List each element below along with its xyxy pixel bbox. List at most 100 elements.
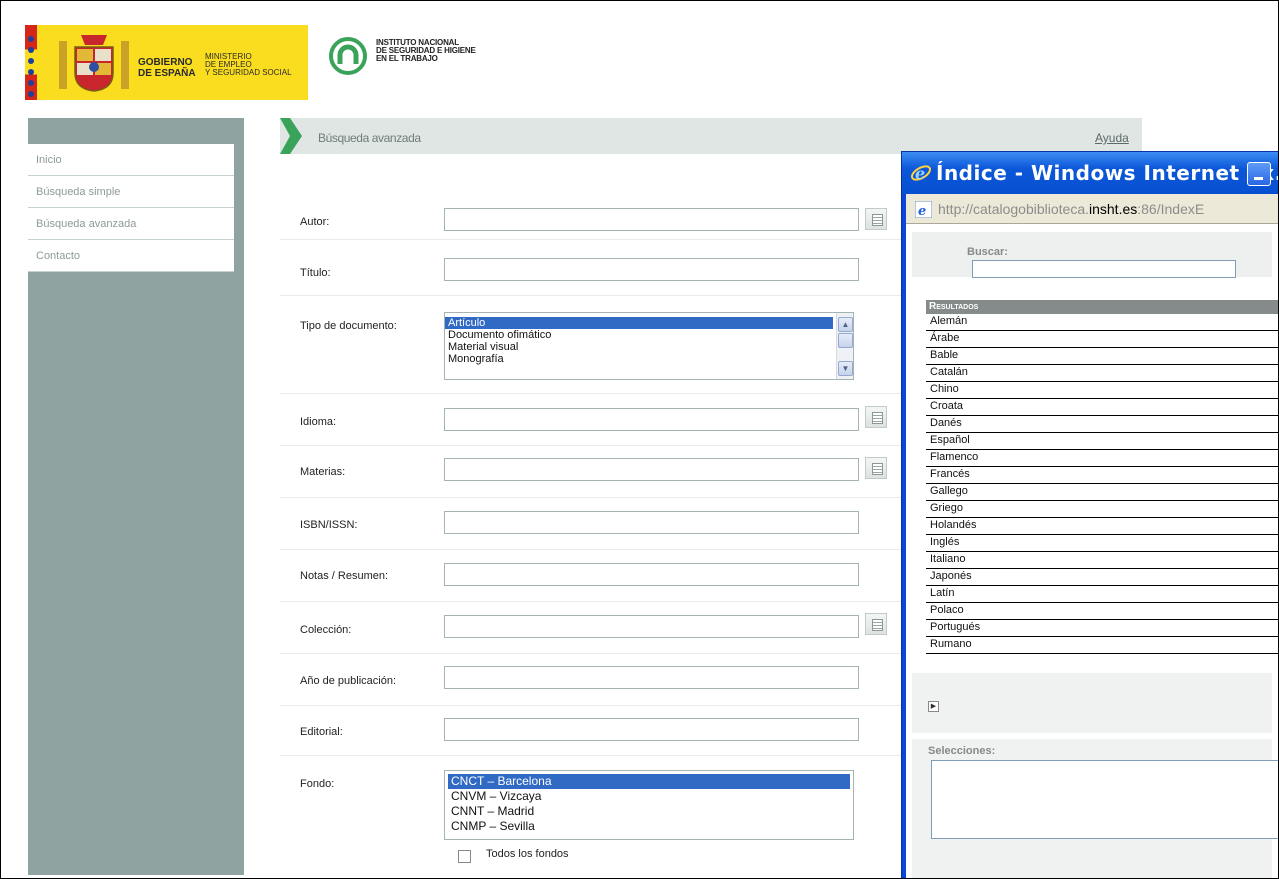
fondo-option-madrid[interactable]: CNNT – Madrid	[448, 804, 850, 819]
eu-stars	[27, 33, 35, 97]
coat-of-arms-icon	[59, 35, 129, 92]
result-item-gallego[interactable]: Gallego	[926, 484, 1278, 501]
label-tipo-documento: Tipo de documento:	[300, 320, 397, 332]
todos-fondos-checkbox[interactable]	[458, 850, 471, 863]
result-item-rumano[interactable]: Rumano	[926, 637, 1278, 654]
label-autor: Autor:	[300, 216, 330, 228]
tipo-scrollbar[interactable]: ▲ ▼	[836, 313, 853, 379]
result-item-arabe[interactable]: Árabe	[926, 331, 1278, 348]
result-item-flamenco[interactable]: Flamenco	[926, 450, 1278, 467]
scroll-thumb[interactable]	[838, 333, 853, 348]
result-item-latin[interactable]: Latín	[926, 586, 1278, 603]
fondo-listbox[interactable]: CNCT – Barcelona CNVM – Vizcaya CNNT – M…	[444, 770, 854, 840]
svg-text:e: e	[918, 204, 926, 218]
row-fondo: Fondo: CNCT – Barcelona CNVM – Vizcaya C…	[280, 756, 910, 876]
anio-input[interactable]	[444, 666, 859, 689]
row-materias: Materias:	[280, 446, 910, 498]
page-title: Búsqueda avanzada	[318, 131, 421, 145]
result-item-espanol[interactable]: Español	[926, 433, 1278, 450]
search-label: Buscar:	[967, 246, 1008, 258]
scroll-down-icon[interactable]: ▼	[838, 361, 853, 376]
tipo-documento-listbox[interactable]: Artículo Documento ofimático Material vi…	[444, 312, 854, 380]
scroll-up-icon[interactable]: ▲	[838, 317, 853, 332]
result-item-catalan[interactable]: Catalán	[926, 365, 1278, 382]
label-editorial: Editorial:	[300, 726, 343, 738]
selections-textarea[interactable]	[931, 760, 1278, 839]
result-item-bable[interactable]: Bable	[926, 348, 1278, 365]
result-item-polaco[interactable]: Polaco	[926, 603, 1278, 620]
isbn-input[interactable]	[444, 511, 859, 534]
notas-input[interactable]	[444, 563, 859, 586]
selections-label: Selecciones:	[928, 745, 996, 757]
internet-explorer-icon: e	[910, 164, 932, 183]
label-anio: Año de publicación:	[300, 675, 397, 687]
autor-lookup-icon[interactable]	[865, 208, 887, 230]
insht-logo-icon	[329, 37, 367, 75]
result-item-ingles[interactable]: Inglés	[926, 535, 1278, 552]
coleccion-lookup-icon[interactable]	[865, 613, 887, 635]
row-titulo: Título:	[280, 240, 910, 296]
minimize-button[interactable]	[1247, 162, 1271, 186]
coleccion-input[interactable]	[444, 615, 859, 638]
result-item-frances[interactable]: Francés	[926, 467, 1278, 484]
popup-url[interactable]: http://catalogobiblioteca.insht.es:86/In…	[938, 201, 1204, 217]
search-input[interactable]	[972, 260, 1236, 278]
sidebar-item-busqueda-simple[interactable]: Búsqueda simple	[28, 176, 234, 208]
help-link[interactable]: Ayuda	[1095, 131, 1129, 145]
label-materias: Materias:	[300, 466, 346, 478]
row-idioma: Idioma:	[280, 394, 910, 446]
result-item-holandes[interactable]: Holandés	[926, 518, 1278, 535]
results-header: Resultados	[926, 300, 1278, 314]
sidebar-item-busqueda-avanzada[interactable]: Búsqueda avanzada	[28, 208, 234, 240]
label-coleccion: Colección:	[300, 624, 352, 636]
row-notas: Notas / Resumen:	[280, 550, 910, 602]
editorial-input[interactable]	[444, 718, 859, 741]
row-editorial: Editorial:	[280, 706, 910, 756]
fondo-option-barcelona[interactable]: CNCT – Barcelona	[448, 774, 850, 789]
titulo-input[interactable]	[444, 258, 859, 281]
row-coleccion: Colección:	[280, 602, 910, 654]
result-item-japones[interactable]: Japonés	[926, 569, 1278, 586]
tipo-option-documento-ofimatico[interactable]: Documento ofimático	[445, 329, 853, 341]
gobierno-text: GOBIERNO DE ESPAÑA	[138, 57, 196, 79]
tipo-option-articulo[interactable]: Artículo	[445, 317, 833, 329]
result-item-chino[interactable]: Chino	[926, 382, 1278, 399]
fondo-option-sevilla[interactable]: CNMP – Sevilla	[448, 819, 850, 834]
result-item-italiano[interactable]: Italiano	[926, 552, 1278, 569]
row-anio: Año de publicación:	[280, 654, 910, 706]
materias-lookup-icon[interactable]	[865, 457, 887, 479]
section-header: Búsqueda avanzada Ayuda	[280, 118, 1142, 154]
row-tipo-documento: Tipo de documento: Artículo Documento of…	[280, 296, 910, 394]
result-item-danes[interactable]: Danés	[926, 416, 1278, 433]
results-list: Resultados Alemán Árabe Bable Catalán Ch…	[926, 300, 1278, 654]
result-item-croata[interactable]: Croata	[926, 399, 1278, 416]
section-arrow-icon	[280, 118, 302, 154]
idioma-input[interactable]	[444, 408, 859, 431]
popup-titlebar[interactable]: e Índice - Windows Internet Ex...	[902, 152, 1279, 194]
result-item-griego[interactable]: Griego	[926, 501, 1278, 518]
fondo-option-vizcaya[interactable]: CNVM – Vizcaya	[448, 789, 850, 804]
popup-address-bar: e http://catalogobiblioteca.insht.es:86/…	[906, 194, 1278, 224]
row-autor: Autor:	[280, 170, 910, 240]
todos-fondos-label: Todos los fondos	[486, 848, 569, 860]
add-arrow-icon[interactable]: ▶	[928, 701, 939, 712]
label-notas: Notas / Resumen:	[300, 570, 389, 582]
tipo-option-material-visual[interactable]: Material visual	[445, 341, 853, 353]
label-idioma: Idioma:	[300, 416, 337, 428]
sidebar-header	[28, 118, 244, 144]
sidebar: Inicio Búsqueda simple Búsqueda avanzada…	[28, 118, 244, 875]
result-item-portugues[interactable]: Portugués	[926, 620, 1278, 637]
result-item-aleman[interactable]: Alemán	[926, 314, 1278, 331]
autor-input[interactable]	[444, 208, 859, 231]
sidebar-item-inicio[interactable]: Inicio	[28, 144, 234, 176]
popup-body: Buscar: Resultados Alemán Árabe Bable Ca…	[906, 224, 1278, 878]
svg-text:e: e	[915, 164, 925, 183]
sidebar-item-contacto[interactable]: Contacto	[28, 240, 234, 272]
popup-title: Índice - Windows Internet Ex...	[936, 161, 1279, 185]
government-logo-block: GOBIERNO DE ESPAÑA MINISTERIO DE EMPLEO …	[25, 25, 308, 100]
insht-name: INSTITUTO NACIONAL DE SEGURIDAD E HIGIEN…	[376, 38, 476, 63]
idioma-lookup-icon[interactable]	[865, 406, 887, 428]
materias-input[interactable]	[444, 458, 859, 481]
tipo-option-monografia[interactable]: Monografía	[445, 353, 853, 365]
ministerio-text: MINISTERIO DE EMPLEO Y SEGURIDAD SOCIAL	[205, 52, 292, 77]
